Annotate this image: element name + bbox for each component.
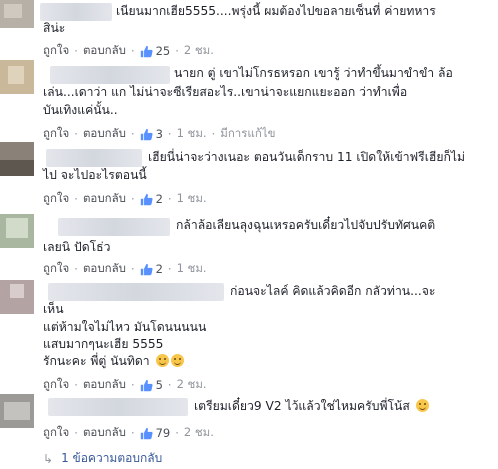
comment-text: เล่น...เดาว่า แก ไม่น่าจะซีเรียสอะไร..เข… bbox=[43, 85, 408, 99]
comment-text: เฮียนี่น่าจะว่างเนอะ ตอนวันเด็กราบ 11 เป… bbox=[148, 150, 465, 164]
laughing-emoji-icon bbox=[415, 399, 429, 412]
comment-meta: ถูกใจ · ตอบกลับ · 3 · 1 ชม. · มีการแก้ไข bbox=[43, 125, 276, 143]
commenter-name[interactable] bbox=[46, 149, 142, 167]
avatar[interactable] bbox=[0, 142, 34, 176]
like-count[interactable]: 2 bbox=[140, 262, 163, 276]
commenter-name[interactable] bbox=[48, 398, 188, 416]
comment-text: เตรียมเดี๋ยว9 V2 ไว้แล้วใช่ไหมครับพี่โน้… bbox=[194, 398, 429, 415]
comment-meta: ถูกใจ · ตอบกลับ · 2 · 1 ชม. bbox=[43, 260, 207, 278]
comment-text: รักนะคะ พี่ตู่ นันทิดา bbox=[43, 353, 184, 370]
like-link[interactable]: ถูกใจ bbox=[43, 42, 69, 60]
timestamp[interactable]: 1 ชม. bbox=[177, 190, 207, 208]
commenter-name[interactable] bbox=[48, 283, 224, 301]
timestamp[interactable]: 2 ชม. bbox=[184, 42, 214, 60]
like-count[interactable]: 2 bbox=[140, 192, 163, 206]
avatar[interactable] bbox=[0, 60, 34, 94]
reply-link[interactable]: ตอบกลับ bbox=[83, 260, 126, 278]
thumbs-up-icon bbox=[140, 128, 153, 140]
like-link[interactable]: ถูกใจ bbox=[43, 260, 69, 278]
like-count[interactable]: 79 bbox=[140, 426, 170, 440]
like-count[interactable]: 5 bbox=[140, 378, 163, 392]
reply-link[interactable]: ตอบกลับ bbox=[83, 190, 126, 208]
avatar[interactable] bbox=[0, 0, 34, 28]
thumbs-up-icon bbox=[140, 427, 153, 439]
reply-link[interactable]: ตอบกลับ bbox=[83, 376, 126, 394]
comment-text: สิน่ะ bbox=[43, 21, 66, 35]
timestamp[interactable]: 2 ชม. bbox=[177, 376, 207, 394]
comment-text: บันเทิงแค่นั้น.. bbox=[43, 103, 118, 117]
reply-arrow-icon: ↳ bbox=[43, 451, 54, 466]
commenter-name[interactable] bbox=[58, 218, 170, 236]
thumbs-up-icon bbox=[140, 193, 153, 205]
comment-meta: ถูกใจ · ตอบกลับ · 2 · 1 ชม. bbox=[43, 190, 207, 208]
comment-meta: ถูกใจ · ตอบกลับ · 5 · 2 ชม. bbox=[43, 376, 207, 394]
comment-text: แต่ห้ามใจไม่ไหว มันโดนนนนน bbox=[43, 320, 207, 334]
commenter-name[interactable] bbox=[40, 3, 112, 21]
reply-link[interactable]: ตอบกลับ bbox=[83, 42, 126, 60]
like-link[interactable]: ถูกใจ bbox=[43, 424, 69, 442]
like-count[interactable]: 25 bbox=[140, 44, 170, 58]
comment-text: ก่อนจะไลค์ คิดแล้วคิดอีก กลัวท่าน...จะ bbox=[230, 284, 436, 298]
avatar[interactable] bbox=[0, 280, 34, 314]
comment-meta: ถูกใจ · ตอบกลับ · 25 · 2 ชม. bbox=[43, 42, 214, 60]
comment-text: เนียนมากเฮีย5555....พรุ่งนี้ ผมต้องไปขอล… bbox=[116, 4, 436, 18]
thumbs-up-icon bbox=[140, 263, 153, 275]
like-link[interactable]: ถูกใจ bbox=[43, 190, 69, 208]
timestamp[interactable]: 2 ชม. bbox=[184, 424, 214, 442]
reply-link[interactable]: ตอบกลับ bbox=[83, 125, 126, 143]
comment-text: เห็น bbox=[43, 302, 64, 316]
comment-text: นายก ตู่ เขาไม่โกรธหรอก เขารู้ ว่าทำขึ้น… bbox=[174, 66, 453, 80]
kiss-emoji-icon bbox=[155, 354, 169, 367]
thumbs-up-icon bbox=[140, 379, 153, 391]
comment-text: กล้าล้อเลียนลุงฉุนเหรอครับเดี๋ยวไปจับปรั… bbox=[176, 218, 436, 232]
replies-label[interactable]: 1 ข้อความตอบกลับ bbox=[61, 449, 162, 468]
like-link[interactable]: ถูกใจ bbox=[43, 376, 69, 394]
comment-meta: ถูกใจ · ตอบกลับ · 79 · 2 ชม. bbox=[43, 424, 214, 442]
avatar[interactable] bbox=[0, 394, 34, 428]
reply-link[interactable]: ตอบกลับ bbox=[83, 424, 126, 442]
like-link[interactable]: ถูกใจ bbox=[43, 125, 69, 143]
view-replies-link[interactable]: ↳ 1 ข้อความตอบกลับ bbox=[43, 449, 162, 468]
commenter-name[interactable] bbox=[50, 66, 170, 84]
comment-text: ไป จะไปอะไรตอนนี้ bbox=[43, 168, 147, 182]
kiss-emoji-icon bbox=[170, 354, 184, 367]
comment-text: เลยนิ ปัดโธ่ว bbox=[43, 240, 111, 254]
avatar[interactable] bbox=[0, 214, 34, 248]
timestamp[interactable]: 1 ชม. bbox=[177, 125, 207, 143]
timestamp[interactable]: 1 ชม. bbox=[177, 260, 207, 278]
comment-text: แสบมากๆนะเฮีย 5555 bbox=[43, 337, 164, 351]
edited-label[interactable]: มีการแก้ไข bbox=[220, 125, 275, 143]
thumbs-up-icon bbox=[140, 45, 153, 57]
like-count[interactable]: 3 bbox=[140, 127, 163, 141]
